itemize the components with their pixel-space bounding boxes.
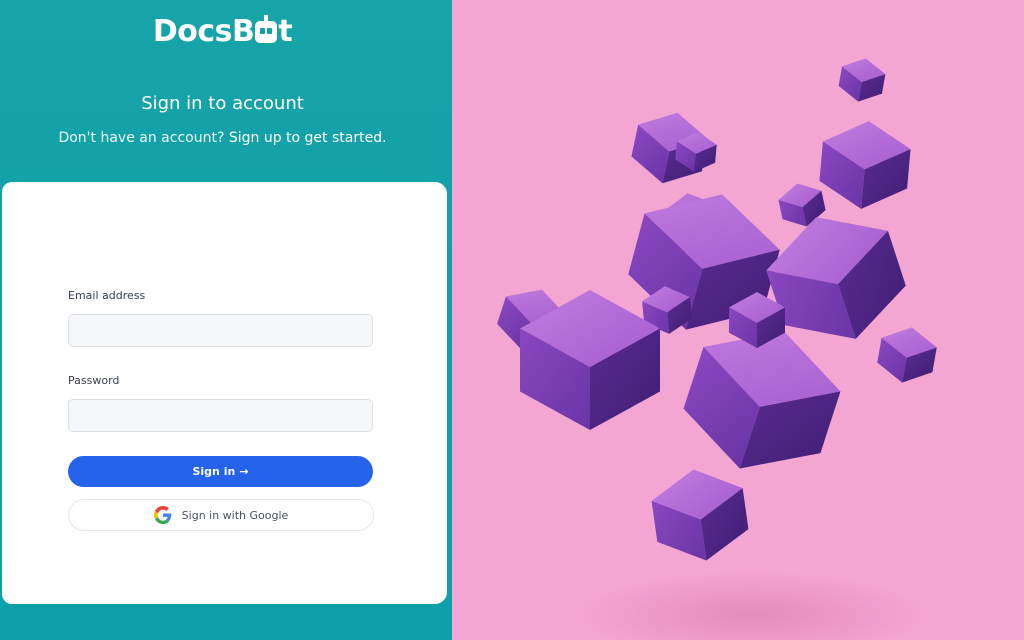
- docsbot-logo[interactable]: DocsB t: [0, 14, 445, 49]
- logo-text-prefix: DocsB: [152, 14, 255, 49]
- cube-shape: [877, 327, 937, 383]
- email-label: Email address: [68, 289, 146, 302]
- signup-link[interactable]: Sign up to get started.: [229, 130, 387, 146]
- signup-prompt: Don't have an account? Sign up to get st…: [0, 130, 445, 146]
- google-sign-in-button[interactable]: Sign in with Google: [68, 499, 374, 531]
- floating-cubes-illustration: [497, 58, 937, 561]
- hero-illustration-panel: [452, 0, 1024, 640]
- login-card: Email address Password Sign in → Sign in…: [2, 182, 447, 604]
- cube-shape: [819, 121, 911, 209]
- sign-in-button[interactable]: Sign in →: [68, 456, 373, 487]
- left-panel: DocsB t Sign in to account Don't have an …: [0, 0, 452, 640]
- password-label: Password: [68, 374, 120, 387]
- sign-in-label: Sign in: [192, 465, 236, 478]
- cube-shape: [651, 469, 749, 561]
- arrow-right-icon: →: [239, 465, 249, 478]
- google-sign-in-label: Sign in with Google: [181, 508, 289, 522]
- email-field[interactable]: [68, 314, 373, 347]
- google-icon: [153, 506, 171, 524]
- logo-text-suffix: t: [278, 14, 293, 49]
- cube-shape: [838, 58, 886, 102]
- page-title: Sign in to account: [141, 93, 304, 114]
- password-field[interactable]: [68, 399, 373, 432]
- robot-icon: [255, 15, 278, 43]
- signup-prompt-text: Don't have an account?: [58, 130, 225, 146]
